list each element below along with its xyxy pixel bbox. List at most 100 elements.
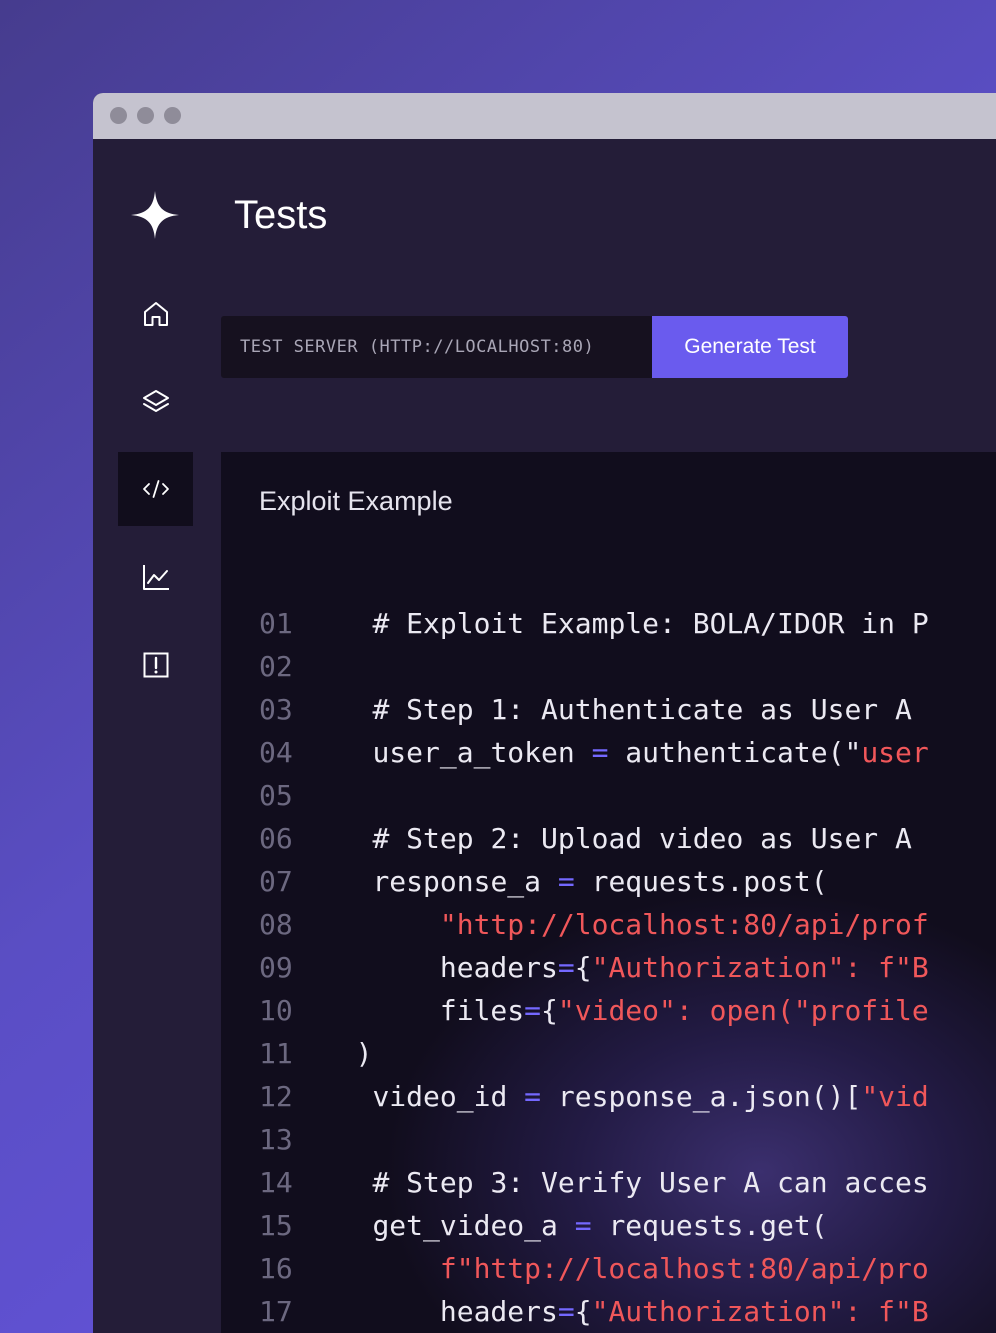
code-token: # Step 2: Upload video as User A	[372, 822, 912, 855]
line-number: 14	[259, 1166, 293, 1199]
code-token: =	[524, 994, 542, 1027]
code-token: "vid	[861, 1080, 929, 1113]
code-text: )	[305, 1032, 373, 1075]
code-token: =	[591, 736, 609, 769]
code-text: # Step 1: Authenticate as User A	[305, 688, 912, 731]
code-token: # Exploit Example: BOLA/IDOR in P	[372, 607, 929, 640]
code-text: headers={"Authorization": f"B	[305, 1290, 929, 1333]
generate-test-button[interactable]: Generate Test	[652, 316, 848, 378]
code-token: authenticate("	[608, 736, 862, 769]
code-token: user	[861, 736, 929, 769]
code-text: get_video_a = requests.get(	[305, 1204, 828, 1247]
code-text: user_a_token = authenticate("user	[305, 731, 929, 774]
line-number: 06	[259, 822, 293, 855]
alert-icon	[143, 652, 168, 678]
window-control-dot[interactable]	[164, 107, 181, 124]
code-token: =	[574, 1209, 592, 1242]
code-token: video_id	[372, 1080, 525, 1113]
line-number: 02	[259, 650, 293, 683]
line-number: 07	[259, 865, 293, 898]
code-text: video_id = response_a.json()["vid	[305, 1075, 929, 1118]
code-token: # Step 1: Authenticate as User A	[372, 693, 912, 726]
line-number: 13	[259, 1123, 293, 1156]
code-token: =	[557, 1295, 575, 1328]
code-token: {	[574, 1295, 592, 1328]
sidebar-item-layers[interactable]	[118, 365, 193, 439]
code-token: requests.post(	[574, 865, 828, 898]
server-url-input[interactable]	[221, 316, 653, 378]
window-control-dot[interactable]	[110, 107, 127, 124]
layers-icon	[142, 390, 169, 412]
code-token: {	[541, 994, 558, 1027]
code-token: =	[557, 865, 575, 898]
code-token: files	[439, 994, 525, 1027]
code-text: # Step 3: Verify User A can acces	[305, 1161, 929, 1204]
code-token: response_a.json()[	[541, 1080, 862, 1113]
code-token: "Authorization": f"B	[591, 1295, 929, 1328]
code-text: "http://localhost:80/api/prof	[305, 903, 929, 946]
line-number: 01	[259, 607, 293, 640]
home-icon	[143, 302, 168, 326]
code-token: f"http://localhost:80/api/pro	[439, 1252, 929, 1285]
line-number: 15	[259, 1209, 293, 1242]
code-token: )	[355, 1037, 373, 1070]
code-text: response_a = requests.post(	[305, 860, 828, 903]
code-token: headers	[439, 1295, 558, 1328]
code-token: "Authorization": f"B	[591, 951, 929, 984]
code-token: headers	[439, 951, 558, 984]
window-titlebar	[93, 93, 996, 139]
sidebar-item-alerts[interactable]	[118, 628, 193, 702]
code-token: user_a_token	[372, 736, 592, 769]
chart-icon	[142, 565, 169, 590]
line-number: 04	[259, 736, 293, 769]
line-number: 16	[259, 1252, 293, 1285]
line-number: 03	[259, 693, 293, 726]
sidebar-item-code[interactable]	[118, 452, 193, 526]
page-title: Tests	[234, 193, 328, 237]
line-number: 05	[259, 779, 293, 812]
code-token: =	[557, 951, 575, 984]
code-text: # Exploit Example: BOLA/IDOR in P	[305, 602, 929, 645]
sidebar-item-home[interactable]	[118, 277, 193, 351]
line-number: 12	[259, 1080, 293, 1113]
line-number: 10	[259, 994, 293, 1027]
code-text: f"http://localhost:80/api/pro	[305, 1247, 929, 1290]
code-token: response_a	[372, 865, 558, 898]
app-body: Tests Generate Test Exploit Example 01 #…	[93, 139, 996, 1333]
line-number: 09	[259, 951, 293, 984]
line-number: 17	[259, 1295, 293, 1328]
code-icon	[142, 480, 169, 498]
code-token: # Step 3: Verify User A can acces	[372, 1166, 929, 1199]
line-number: 08	[259, 908, 293, 941]
code-token: "http://localhost:80/api/prof	[439, 908, 929, 941]
sidebar-item-analytics[interactable]	[118, 540, 193, 614]
code-token: {	[574, 951, 592, 984]
code-token: requests.get(	[591, 1209, 828, 1242]
browser-window: Tests Generate Test Exploit Example 01 #…	[93, 93, 996, 1333]
code-token: "video": open("profile	[557, 994, 929, 1027]
code-text: files={"video": open("profile	[305, 989, 929, 1032]
code-panel-title: Exploit Example	[259, 486, 453, 516]
code-panel: Exploit Example 01 # Exploit Example: BO…	[221, 452, 996, 1333]
code-text: # Step 2: Upload video as User A	[305, 817, 912, 860]
line-number: 11	[259, 1037, 293, 1070]
code-token: get_video_a	[372, 1209, 575, 1242]
code-text: headers={"Authorization": f"B	[305, 946, 929, 989]
sparkle-icon	[129, 189, 181, 241]
window-control-dot[interactable]	[137, 107, 154, 124]
code-token: =	[524, 1080, 542, 1113]
